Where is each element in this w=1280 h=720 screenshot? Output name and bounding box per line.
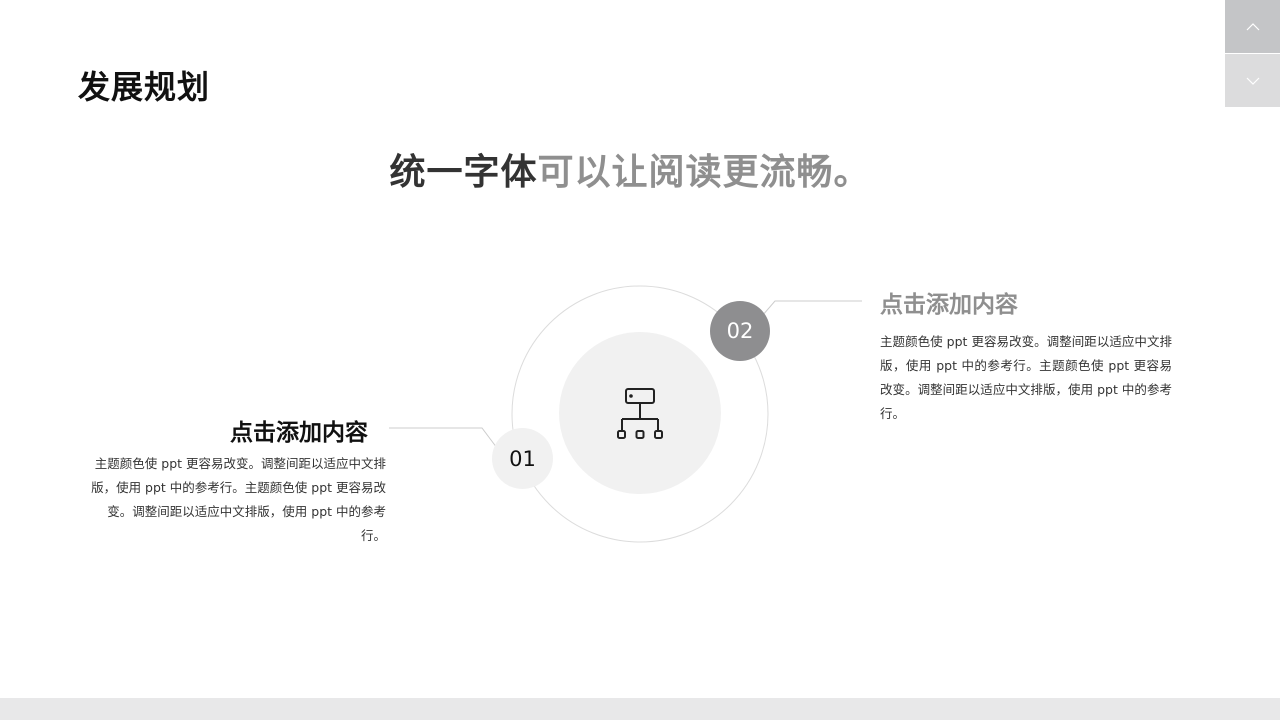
connector-line-02 xyxy=(761,300,862,317)
item-title-02[interactable]: 点击添加内容 xyxy=(880,285,1018,319)
item-title-01[interactable]: 点击添加内容 xyxy=(180,413,368,447)
step-number-02: 02 xyxy=(710,301,770,361)
connector-line-01 xyxy=(389,427,498,449)
item-body-01[interactable]: 主题颜色使 ppt 更容易改变。调整间距以适应中文排版，使用 ppt 中的参考行… xyxy=(88,452,386,548)
item-body-02[interactable]: 主题颜色使 ppt 更容易改变。调整间距以适应中文排版，使用 ppt 中的参考行… xyxy=(880,330,1172,426)
step-number-01: 01 xyxy=(492,428,553,489)
footer-bar xyxy=(0,698,1280,720)
